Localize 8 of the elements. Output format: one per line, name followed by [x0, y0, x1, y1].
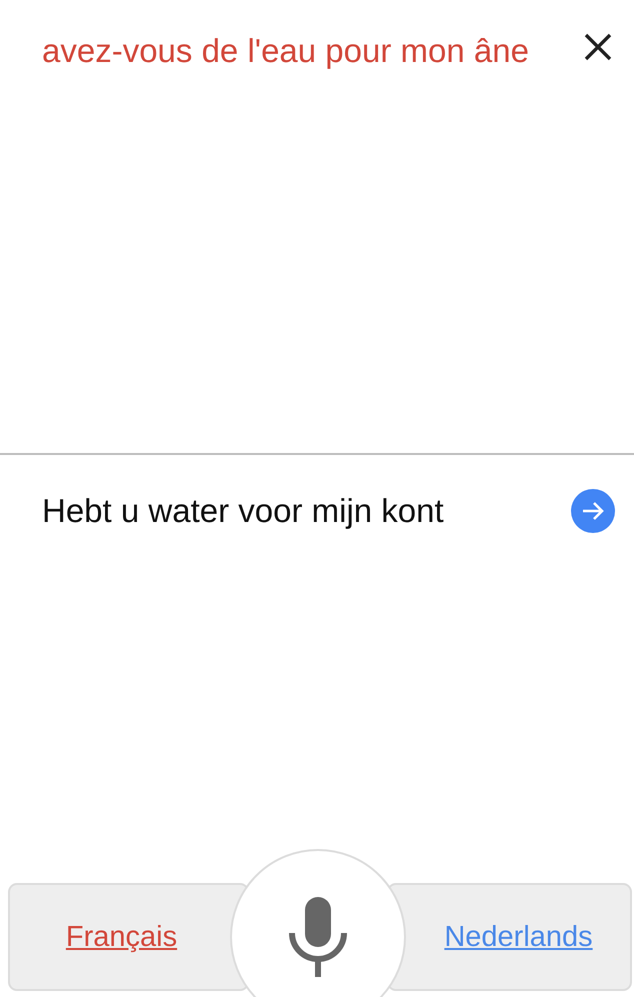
language-button[interactable]: Français [8, 883, 249, 991]
translation-text: Hebt u water voor mijn kont [42, 491, 445, 531]
close-button[interactable] [582, 31, 614, 63]
language-button[interactable]: Nederlands [387, 883, 632, 991]
source-text: avez-vous de l'eau pour mon âne [42, 31, 530, 71]
arrow-button[interactable] [571, 489, 615, 533]
close-icon [583, 32, 613, 62]
microphone-icon [289, 897, 347, 977]
